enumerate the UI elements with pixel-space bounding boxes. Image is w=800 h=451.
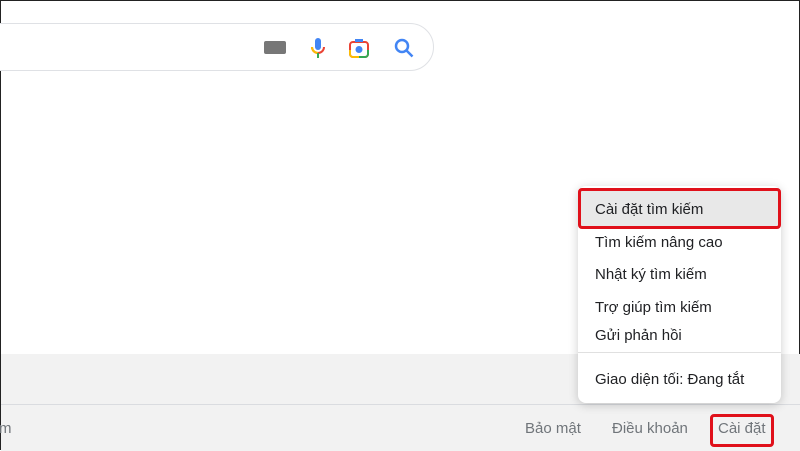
settings-menu: Cài đặt tìm kiếm Tìm kiếm nâng cao Nhật … — [578, 186, 781, 403]
search-box[interactable] — [0, 23, 434, 71]
footer-link-partial[interactable]: m — [0, 420, 12, 437]
settings-highlight — [710, 414, 774, 447]
menu-item-search-help[interactable]: Trợ giúp tìm kiếm — [595, 299, 712, 316]
footer-divider — [1, 404, 800, 405]
search-icon[interactable] — [392, 36, 416, 60]
keyboard-icon[interactable] — [264, 41, 286, 54]
footer-privacy-link[interactable]: Bảo mật — [525, 420, 581, 437]
camera-lens-icon[interactable] — [347, 36, 371, 60]
menu-item-search-settings[interactable]: Cài đặt tìm kiếm — [595, 201, 703, 218]
menu-divider — [578, 352, 781, 353]
footer-terms-link[interactable]: Điều khoản — [612, 420, 688, 437]
menu-item-feedback[interactable]: Gửi phản hồi — [595, 327, 682, 344]
menu-item-dark-mode[interactable]: Giao diện tối: Đang tắt — [595, 371, 744, 388]
menu-item-advanced-search[interactable]: Tìm kiếm nâng cao — [595, 234, 723, 251]
microphone-icon[interactable] — [306, 36, 330, 60]
menu-item-search-history[interactable]: Nhật ký tìm kiếm — [595, 266, 707, 283]
